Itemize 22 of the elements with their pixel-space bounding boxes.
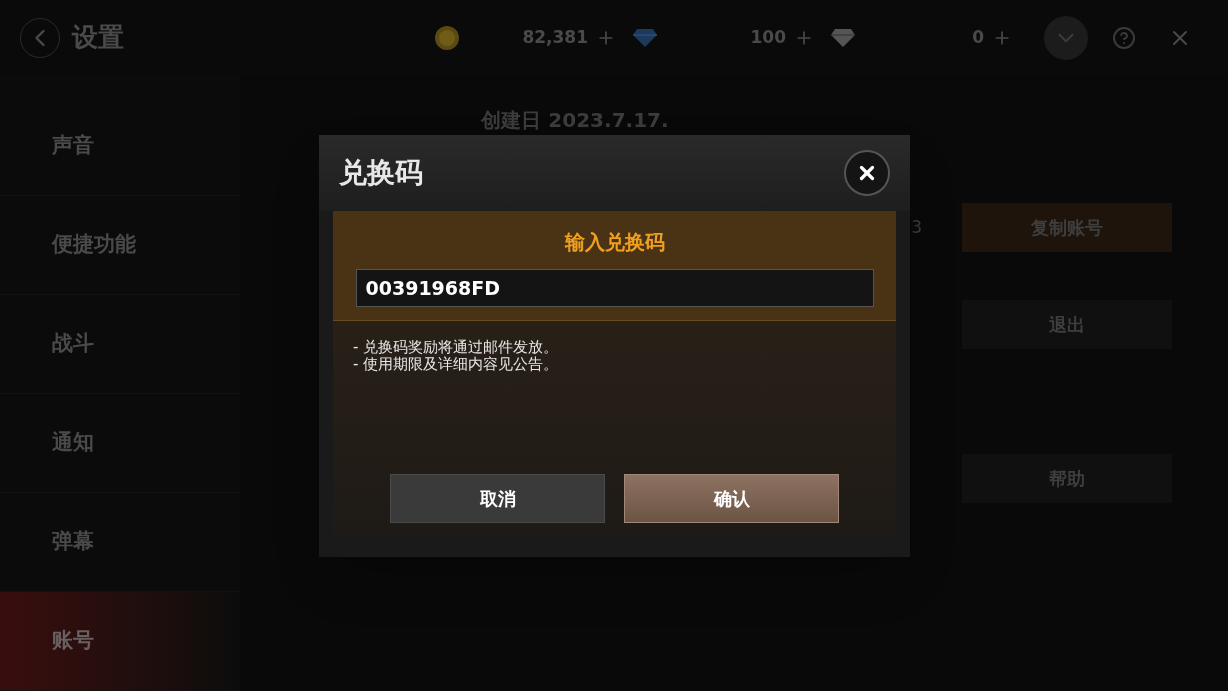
confirm-button[interactable]: 确认: [624, 473, 839, 523]
note-text: - 使用期限及详细内容见公告。: [353, 355, 560, 373]
currency-amount: 100: [750, 25, 786, 49]
cancel-button[interactable]: 取消: [390, 473, 605, 523]
sidebar-item[interactable]: 通知: [0, 394, 240, 493]
close-button[interactable]: [844, 149, 890, 196]
sidebar-item[interactable]: 账号: [0, 592, 240, 691]
page-title: 设置: [72, 21, 124, 54]
currency-amount: 0: [972, 25, 984, 49]
code-input[interactable]: 00391968FD: [355, 268, 874, 307]
gem-icon: [830, 27, 856, 48]
sidebar-item[interactable]: 便捷功能: [0, 196, 240, 295]
help-icon[interactable]: [1112, 25, 1136, 50]
currency-amount: 82,381: [522, 25, 588, 49]
note-text: - 兑换码奖励将通过邮件发放。: [353, 338, 560, 356]
diamond-icon: [632, 27, 658, 48]
coin-icon: [434, 24, 460, 51]
dropdown-button[interactable]: [1044, 15, 1088, 60]
prompt-label: 输入兑换码: [564, 228, 665, 256]
dialog-title: 兑换码: [339, 154, 423, 191]
sidebar-item[interactable]: 战斗: [0, 295, 240, 394]
sidebar-item[interactable]: 声音: [0, 97, 240, 196]
